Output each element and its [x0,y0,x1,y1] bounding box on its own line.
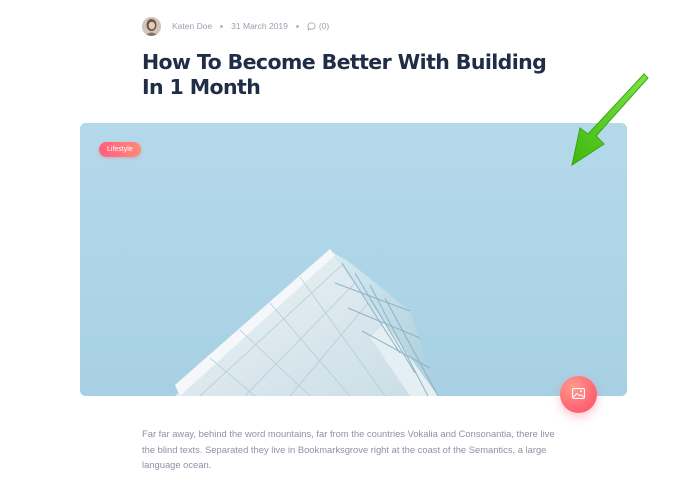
green-arrow-icon [571,73,649,167]
post-meta: Katen Doe 31 March 2019 (0) [142,16,329,36]
category-badge[interactable]: Lifestyle [99,142,141,157]
meta-separator [295,24,299,28]
blog-post: Katen Doe 31 March 2019 (0) How To Becom… [0,0,675,497]
comment-bubble-icon[interactable] [307,21,316,31]
image-icon [572,386,585,404]
building-photo [80,123,627,396]
post-format-button[interactable] [560,376,597,413]
featured-image[interactable] [80,123,627,396]
comment-count[interactable]: (0) [319,21,329,31]
post-title[interactable]: How To Become Better With Building In 1 … [142,50,572,100]
meta-separator [220,24,224,28]
author-name[interactable]: Katen Doe [172,21,212,31]
post-excerpt: Far far away, behind the word mountains,… [142,428,555,470]
post-date: 31 March 2019 [231,21,288,31]
author-avatar[interactable] [142,16,161,36]
